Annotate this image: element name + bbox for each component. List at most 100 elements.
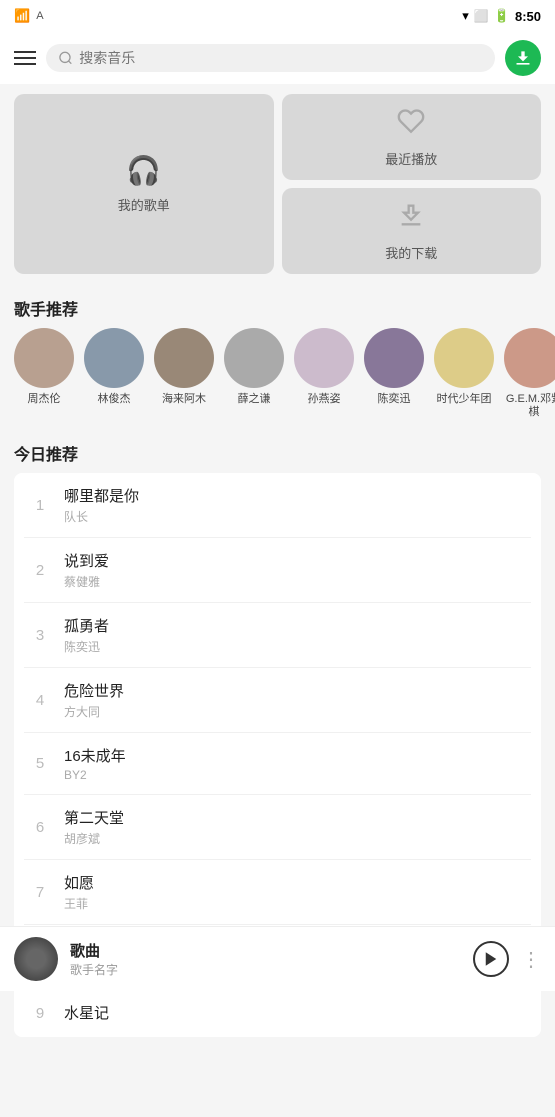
list-title: 16未成年 [64,745,527,766]
list-info: 水星记 [64,1002,527,1025]
artist-item[interactable]: 海来阿木 [154,328,214,419]
list-item[interactable]: 2 说到爱 蔡健雅 [24,538,531,603]
list-title: 孤勇者 [64,615,527,636]
avatar [504,328,555,388]
search-bar[interactable] [46,44,495,72]
my-download-card[interactable]: 我的下载 [282,188,542,274]
list-title: 危险世界 [64,680,527,701]
artist-name: 林俊杰 [98,393,131,406]
player-disc [14,937,58,981]
recent-play-label: 最近播放 [385,149,437,168]
artist-name: G.E.M.邓紫棋 [504,393,555,419]
list-item[interactable]: 9 水星记 [24,990,531,1037]
today-section-title: 今日推荐 [0,429,555,473]
artist-item[interactable]: 陈奕迅 [364,328,424,419]
list-num: 5 [28,755,52,772]
my-playlist-card[interactable]: 🎧 我的歌单 [14,94,274,274]
list-num: 1 [28,497,52,514]
artist-item[interactable]: 时代少年团 [434,328,494,419]
avatar [154,328,214,388]
heart-icon [397,107,425,135]
download-button[interactable] [505,40,541,76]
list-info: 如愿 王菲 [64,872,527,912]
artist-item[interactable]: G.E.M.邓紫棋 [504,328,555,419]
list-num: 7 [28,884,52,901]
list-artist: 陈奕迅 [64,638,527,655]
list-item[interactable]: 3 孤勇者 陈奕迅 [24,603,531,668]
list-title: 哪里都是你 [64,485,527,506]
list-info: 危险世界 方大同 [64,680,527,720]
list-artist: 胡彦斌 [64,830,527,847]
recent-play-card[interactable]: 最近播放 [282,94,542,180]
list-item[interactable]: 6 第二天堂 胡彦斌 [24,795,531,860]
list-info: 说到爱 蔡健雅 [64,550,527,590]
more-button[interactable]: ⋮ [521,947,541,972]
list-artist: 王菲 [64,895,527,912]
artist-name: 海来阿木 [162,393,206,406]
bottom-player[interactable]: 歌曲 歌手名字 ⋮ [0,926,555,991]
list-artist: 队长 [64,508,527,525]
artist-name: 时代少年团 [437,393,492,406]
artist-item[interactable]: 孙燕姿 [294,328,354,419]
artist-item[interactable]: 林俊杰 [84,328,144,419]
avatar [224,328,284,388]
menu-button[interactable] [14,51,36,65]
list-info: 第二天堂 胡彦斌 [64,807,527,847]
status-bar: 📶 A ▾ ⬜ 🔋 8:50 [0,0,555,32]
my-download-label: 我的下载 [385,243,437,262]
signal-icon: ⬜ [474,9,489,23]
list-info: 哪里都是你 队长 [64,485,527,525]
avatar [434,328,494,388]
artist-name: 薛之谦 [238,393,271,406]
player-info: 歌曲 歌手名字 [70,940,461,978]
list-num: 6 [28,819,52,836]
search-icon [58,50,73,66]
list-num: 4 [28,692,52,709]
artist-section: 歌手推荐 周杰伦 林俊杰 海来阿木 薛之谦 孙燕姿 陈奕迅 时代少年团 [0,284,555,429]
list-title: 如愿 [64,872,527,893]
sim-icon: 📶 [14,8,30,24]
download-card-icon [397,201,425,229]
artist-name: 陈奕迅 [378,393,411,406]
list-item[interactable]: 4 危险世界 方大同 [24,668,531,733]
list-item[interactable]: 1 哪里都是你 队长 [24,473,531,538]
avatar [294,328,354,388]
list-title: 第二天堂 [64,807,527,828]
list-title: 说到爱 [64,550,527,571]
list-info: 孤勇者 陈奕迅 [64,615,527,655]
avatar [14,328,74,388]
player-title: 歌曲 [70,940,461,961]
search-input[interactable] [79,50,483,66]
list-item[interactable]: 7 如愿 王菲 [24,860,531,925]
wifi-icon: ▾ [462,8,469,24]
artist-item[interactable]: 薛之谦 [224,328,284,419]
battery-status: 🔋 [494,8,510,24]
list-num: 3 [28,627,52,644]
top-nav [0,32,555,84]
list-title: 水星记 [64,1002,527,1023]
artist-name: 周杰伦 [28,393,61,406]
artist-name: 孙燕姿 [308,393,341,406]
status-left: 📶 A [14,8,44,24]
list-artist: 蔡健雅 [64,573,527,590]
my-playlist-label: 我的歌单 [118,195,170,214]
list-artist: 方大同 [64,703,527,720]
avatar [364,328,424,388]
list-artist: BY2 [64,768,527,782]
sim2-icon: A [36,10,43,22]
player-thumbnail [14,937,58,981]
grid-section: 🎧 我的歌单 最近播放 我的下载 [0,84,555,284]
status-right: ▾ ⬜ 🔋 8:50 [462,8,541,24]
download-icon [513,48,533,68]
avatar [84,328,144,388]
play-icon [482,950,500,968]
artist-item[interactable]: 周杰伦 [14,328,74,419]
list-num: 2 [28,562,52,579]
list-item[interactable]: 5 16未成年 BY2 [24,733,531,795]
artists-scroll[interactable]: 周杰伦 林俊杰 海来阿木 薛之谦 孙燕姿 陈奕迅 时代少年团 G.E.M.邓紫 [0,328,555,429]
list-info: 16未成年 BY2 [64,745,527,782]
list-num: 9 [28,1005,52,1022]
time-display: 8:50 [515,9,541,24]
play-button[interactable] [473,941,509,977]
player-artist: 歌手名字 [70,961,461,978]
